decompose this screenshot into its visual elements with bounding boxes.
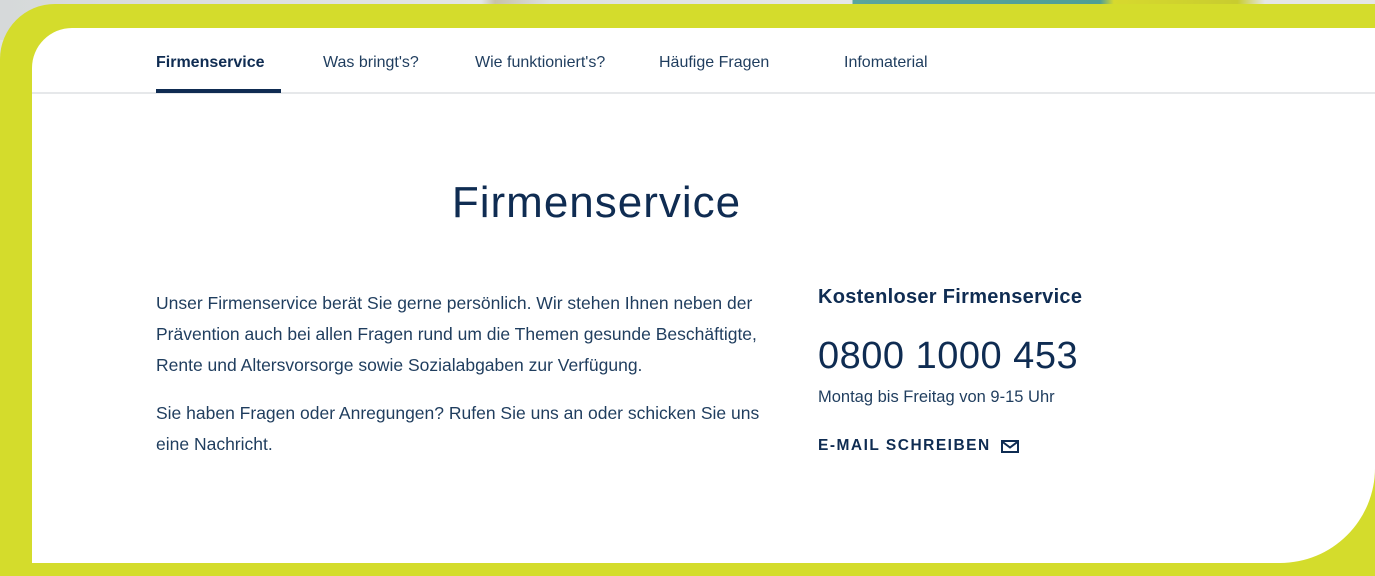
- tab-haeufige-fragen[interactable]: Häufige Fragen: [659, 54, 769, 72]
- email-button[interactable]: E-MAIL SCHREIBEN: [818, 437, 1019, 455]
- tab-firmenservice[interactable]: Firmenservice: [156, 54, 265, 72]
- email-button-label: E-MAIL SCHREIBEN: [818, 437, 991, 454]
- phone-number[interactable]: 0800 1000 453: [818, 335, 1218, 378]
- intro-text: Unser Firmenservice berät Sie gerne pers…: [156, 288, 776, 477]
- envelope-icon: [1000, 439, 1019, 453]
- active-tab-indicator: [156, 89, 281, 93]
- page-title: Firmenservice: [451, 178, 742, 227]
- content-card: Firmenservice Was bringt's? Wie funktion…: [32, 28, 1375, 563]
- tab-infomaterial[interactable]: Infomaterial: [844, 54, 928, 72]
- tab-was-bringts[interactable]: Was bringt's?: [323, 54, 419, 72]
- contact-box: Kostenloser Firmenservice 0800 1000 453 …: [818, 286, 1218, 455]
- intro-paragraph: Sie haben Fragen oder Anregungen? Rufen …: [156, 403, 760, 454]
- highlight-frame: Firmenservice Was bringt's? Wie funktion…: [0, 4, 1375, 576]
- opening-hours: Montag bis Freitag von 9-15 Uhr: [818, 388, 1055, 406]
- tab-wie-funktionierts[interactable]: Wie funktioniert's?: [475, 54, 605, 72]
- intro-paragraph: Unser Firmenservice berät Sie gerne pers…: [156, 293, 757, 375]
- contact-heading: Kostenloser Firmenservice: [818, 286, 1083, 308]
- section-nav: Firmenservice Was bringt's? Wie funktion…: [32, 28, 1375, 94]
